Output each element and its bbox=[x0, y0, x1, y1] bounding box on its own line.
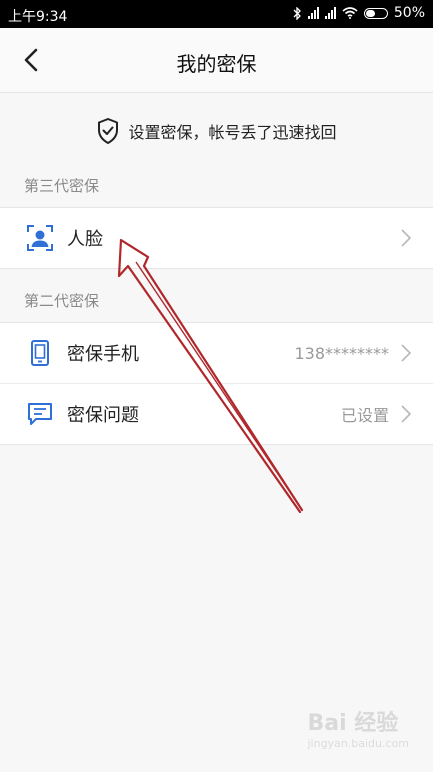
face-scan-icon bbox=[27, 225, 53, 251]
battery-percent: 50% bbox=[393, 5, 425, 21]
watermark: Bai 经验 jingyan.baidu.com bbox=[307, 705, 409, 750]
list-item-question[interactable]: 密保问题 已设置 bbox=[0, 383, 433, 444]
status-indicators: 50% bbox=[293, 5, 425, 21]
section-label-second-gen: 第二代密保 bbox=[24, 292, 100, 310]
list-item-label: 密保问题 bbox=[67, 405, 139, 426]
chevron-right-icon bbox=[401, 229, 412, 247]
list-item-value: 已设置 bbox=[340, 406, 389, 425]
chevron-right-icon bbox=[401, 344, 412, 362]
list-item-phone[interactable]: 密保手机 138******** bbox=[0, 323, 433, 383]
battery-icon bbox=[363, 7, 388, 19]
list-item-label: 人脸 bbox=[67, 229, 103, 250]
signal-icon-2 bbox=[324, 7, 336, 19]
chat-question-icon bbox=[28, 403, 52, 425]
security-tip: 设置密保，帐号丢了迅速找回 bbox=[0, 92, 433, 170]
watermark-url: jingyan.baidu.com bbox=[307, 737, 409, 750]
wifi-icon bbox=[342, 7, 358, 19]
watermark-brand: Bai 经验 bbox=[307, 711, 399, 736]
section-third-gen: 人脸 bbox=[0, 207, 433, 269]
tip-text: 设置密保，帐号丢了迅速找回 bbox=[128, 123, 337, 142]
list-item-value: 138******** bbox=[294, 343, 389, 363]
status-bar: 上午9:34 50% bbox=[0, 0, 433, 28]
status-time: 上午9:34 bbox=[8, 9, 68, 25]
bluetooth-icon bbox=[293, 6, 301, 20]
chevron-right-icon bbox=[401, 405, 412, 423]
signal-icon bbox=[307, 7, 319, 19]
section-label-third-gen: 第三代密保 bbox=[24, 177, 100, 195]
section-second-gen: 密保手机 138******** 密保问题 已设置 bbox=[0, 322, 433, 445]
list-item-face[interactable]: 人脸 bbox=[0, 208, 433, 268]
shield-check-icon bbox=[98, 118, 119, 144]
phone-icon bbox=[31, 340, 49, 366]
list-item-label: 密保手机 bbox=[67, 344, 139, 365]
page-title: 我的密保 bbox=[176, 52, 257, 76]
nav-bar: 我的密保 bbox=[0, 28, 433, 93]
